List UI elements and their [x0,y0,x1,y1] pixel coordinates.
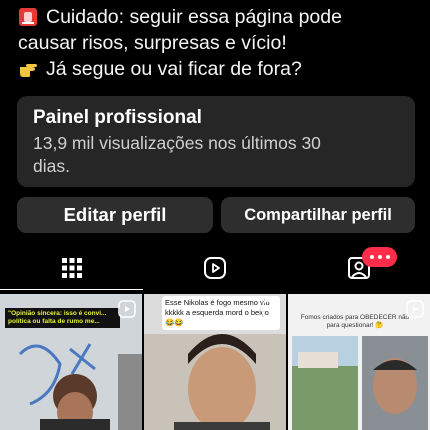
siren-icon [19,8,37,26]
bio-text-2: causar risos, surpresas e vício! [18,32,287,54]
post-thumbnail-1[interactable]: "Opinião sincera: isso é convi... políti… [0,294,142,430]
dashboard-title: Painel profissional [33,107,202,128]
badge-dot [369,255,374,259]
post-caption: Fomos criados para OBEDECER não para que… [300,314,410,329]
post-thumbnail-2[interactable]: Esse Nikolas é fogo mesmo viu kkkkk a es… [144,294,286,430]
bio-line-2: causar risos, surpresas e vício! [18,30,423,56]
profile-bio: Cuidado: seguir essa página pode causar … [18,4,423,82]
bio-text-3: Já segue ou vai ficar de fora? [46,58,302,80]
notification-badge[interactable] [362,247,397,267]
tab-grid[interactable] [0,246,143,290]
tab-tagged[interactable] [287,246,430,290]
reel-indicator-icon [118,300,136,318]
post-caption: "Opinião sincera: isso é convi... políti… [5,308,120,328]
share-profile-button[interactable]: Compartilhar perfil [221,197,415,233]
bio-line-1: Cuidado: seguir essa página pode [18,4,423,30]
reel-indicator-icon [406,300,424,318]
bio-line-3: Já segue ou vai ficar de fora? [18,56,423,82]
edit-profile-button[interactable]: Editar perfil [17,197,213,233]
reels-icon [203,257,226,279]
grid-icon [61,258,82,278]
badge-dot [377,255,382,259]
dashboard-stats-line-2: dias. [33,156,70,176]
pointing-hand-icon [20,64,37,77]
professional-dashboard-card[interactable]: Painel profissional 13,9 mil visualizaçõ… [17,96,415,187]
posts-grid: "Opinião sincera: isso é convi... políti… [0,294,430,430]
badge-dot [385,255,390,259]
bio-text-1: Cuidado: seguir essa página pode [46,6,342,28]
profile-screen: Cuidado: seguir essa página pode causar … [0,0,430,430]
post-thumbnail-3[interactable]: Fomos criados para OBEDECER não para que… [288,294,430,430]
dashboard-stats-line-1: 13,9 mil visualizações nos últimos 30 [33,133,321,153]
active-tab-indicator [0,289,143,290]
reel-indicator-icon [262,300,280,318]
profile-tabs [0,246,430,290]
tab-reels[interactable] [143,246,286,290]
